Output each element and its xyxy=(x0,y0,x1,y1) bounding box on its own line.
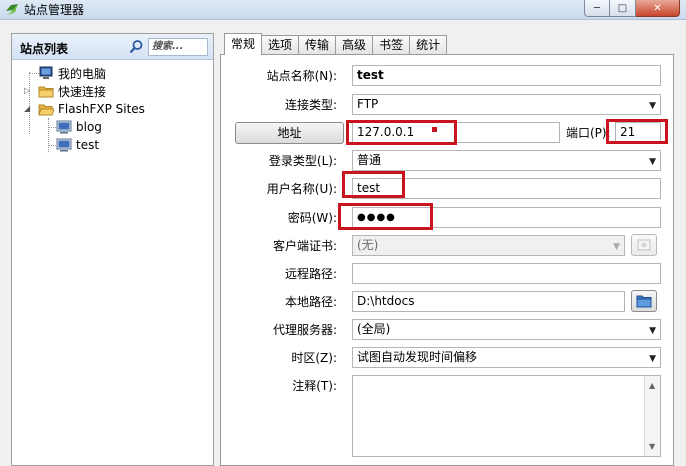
client-cert-value: (无) xyxy=(357,238,379,252)
search-icon[interactable] xyxy=(128,39,144,55)
window-controls: ─ □ ✕ xyxy=(584,0,680,18)
window-title: 站点管理器 xyxy=(24,3,85,17)
connection-type-value: FTP xyxy=(357,97,379,111)
connection-type-select[interactable]: FTP ▼ xyxy=(352,94,661,115)
tree-item-label: 快速连接 xyxy=(58,84,107,99)
local-path-label: 本地路径: xyxy=(284,295,337,309)
dropdown-arrow-icon: ▼ xyxy=(649,157,656,167)
address-button[interactable]: 地址 xyxy=(235,122,344,144)
notes-label: 注释(T): xyxy=(292,379,337,393)
port-label: 端口(P): xyxy=(566,126,611,140)
dropdown-arrow-icon: ▼ xyxy=(613,242,620,252)
address-input[interactable]: 127.0.0.1 xyxy=(352,122,560,143)
folder-open-icon xyxy=(38,104,54,116)
folder-icon xyxy=(636,295,652,308)
site-list-header: 站点列表 搜索... xyxy=(12,34,213,60)
site-list-panel: 站点列表 搜索... 我的电脑 ▷ 快速连接 ◢ FlashFXP Sites … xyxy=(11,33,214,466)
tab-transfer[interactable]: 传输 xyxy=(298,35,337,55)
expand-arrow-icon[interactable]: ▷ xyxy=(24,86,30,95)
client-cert-select: (无) ▼ xyxy=(352,235,625,256)
search-input[interactable]: 搜索... xyxy=(148,38,208,56)
tree-line xyxy=(48,118,49,152)
proxy-label: 代理服务器: xyxy=(272,323,337,337)
close-button[interactable]: ✕ xyxy=(636,0,680,17)
tree-item-my-computer[interactable]: 我的电脑 xyxy=(38,64,106,82)
login-type-select[interactable]: 普通 ▼ xyxy=(352,150,661,171)
tree-item-label: 我的电脑 xyxy=(58,66,107,81)
login-type-value: 普通 xyxy=(357,153,382,167)
general-settings-panel: 站点名称(N): test 连接类型: FTP ▼ 地址 127.0.0.1 端… xyxy=(220,54,674,466)
certificate-icon xyxy=(637,239,651,251)
collapse-arrow-icon[interactable]: ◢ xyxy=(24,104,30,113)
computer-icon xyxy=(39,66,53,79)
minimize-button[interactable]: ─ xyxy=(584,0,610,17)
site-monitor-icon xyxy=(56,120,72,134)
tree-item-label: blog xyxy=(76,120,102,134)
timezone-value: 试图自动发现时间偏移 xyxy=(357,350,478,364)
tab-general[interactable]: 常规 xyxy=(224,33,263,55)
tree-item-quick-connect[interactable]: 快速连接 xyxy=(38,82,106,100)
port-input[interactable]: 21 xyxy=(615,122,661,143)
maximize-button[interactable]: □ xyxy=(610,0,636,17)
password-label: 密码(W): xyxy=(287,211,337,225)
dropdown-arrow-icon: ▼ xyxy=(649,326,656,336)
tree-item-site[interactable]: blog xyxy=(56,118,102,136)
tab-advanced[interactable]: 高级 xyxy=(335,35,374,55)
login-type-label: 登录类型(L): xyxy=(268,154,337,168)
timezone-label: 时区(Z): xyxy=(291,351,337,365)
tree-item-flashfxp-sites[interactable]: FlashFXP Sites xyxy=(38,100,145,118)
title-bar[interactable]: 站点管理器 ─ □ ✕ xyxy=(0,0,686,20)
notes-scrollbar[interactable]: ▲ ▼ xyxy=(644,376,660,456)
tab-options[interactable]: 选项 xyxy=(261,35,300,55)
flashfxp-logo-icon xyxy=(6,4,18,15)
settings-tabs: 常规 选项 传输 高级 书签 统计 xyxy=(224,33,448,55)
certificate-button xyxy=(631,234,657,256)
notes-textarea[interactable]: ▲ ▼ xyxy=(352,375,661,457)
scroll-up-icon[interactable]: ▲ xyxy=(649,378,655,393)
tree-item-label: FlashFXP Sites xyxy=(58,102,145,116)
site-name-label: 站点名称(N): xyxy=(266,69,337,83)
site-name-input[interactable]: test xyxy=(352,65,661,86)
tree-item-site[interactable]: test xyxy=(56,136,99,154)
remote-path-input[interactable] xyxy=(352,263,661,284)
connection-type-label: 连接类型: xyxy=(284,98,337,112)
tab-bookmarks[interactable]: 书签 xyxy=(372,35,411,55)
tree-item-label: test xyxy=(76,138,100,152)
local-path-input[interactable]: D:\htdocs xyxy=(352,291,625,312)
proxy-select[interactable]: (全局) ▼ xyxy=(352,319,661,340)
dropdown-arrow-icon: ▼ xyxy=(649,354,656,364)
browse-folder-button[interactable] xyxy=(631,290,657,312)
username-input[interactable]: test xyxy=(352,178,661,199)
tab-statistics[interactable]: 统计 xyxy=(409,35,448,55)
site-list-title: 站点列表 xyxy=(20,42,69,56)
remote-path-label: 远程路径: xyxy=(284,267,337,281)
username-label: 用户名称(U): xyxy=(266,182,337,196)
scroll-down-icon[interactable]: ▼ xyxy=(649,439,655,454)
red-marker xyxy=(432,127,437,132)
dropdown-arrow-icon: ▼ xyxy=(649,101,656,111)
proxy-value: (全局) xyxy=(357,322,391,336)
password-input[interactable]: ●●●● xyxy=(352,207,661,228)
site-monitor-icon xyxy=(56,138,72,152)
tree-line xyxy=(29,72,30,134)
client-cert-label: 客户端证书: xyxy=(272,239,337,253)
timezone-select[interactable]: 试图自动发现时间偏移 ▼ xyxy=(352,347,661,368)
folder-icon xyxy=(38,86,54,98)
